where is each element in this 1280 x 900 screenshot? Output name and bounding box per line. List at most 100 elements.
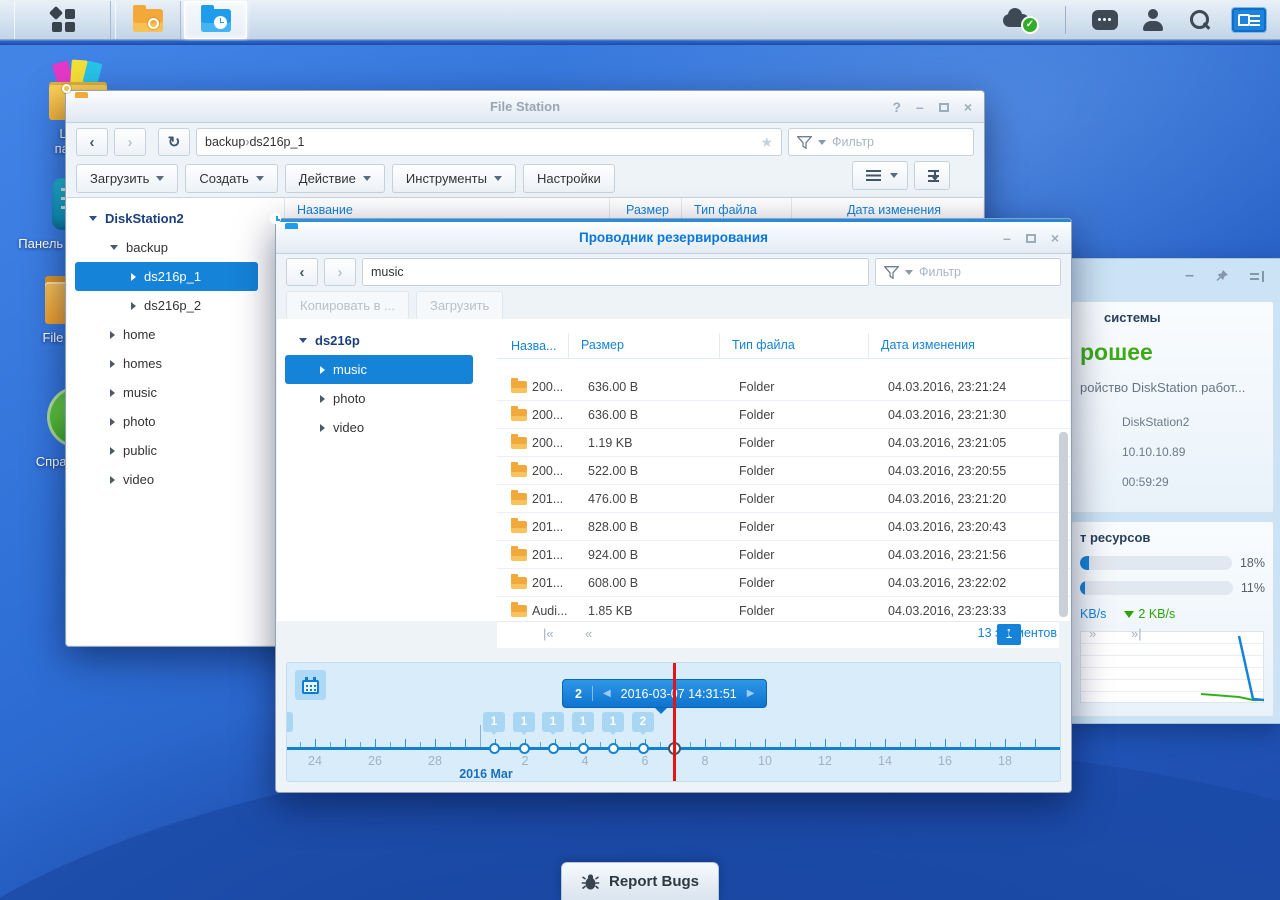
- toolbar-button[interactable]: Настройки: [522, 163, 615, 193]
- widget-minimize-button[interactable]: –: [1185, 267, 1194, 285]
- refresh-button[interactable]: ↻: [158, 128, 190, 156]
- collapse-panel-icon[interactable]: [1250, 270, 1264, 282]
- pin-icon[interactable]: [1215, 269, 1229, 283]
- minimize-button[interactable]: –: [916, 99, 924, 115]
- minimize-button[interactable]: –: [1003, 230, 1011, 246]
- tree-arrow-icon[interactable]: [320, 423, 325, 432]
- tree-arrow-icon[interactable]: [320, 394, 325, 403]
- tree-arrow-icon[interactable]: [89, 216, 97, 221]
- snapshot-dot-icon[interactable]: [547, 743, 559, 754]
- tree-arrow-icon[interactable]: [110, 475, 115, 484]
- next-page-icon[interactable]: »: [1089, 626, 1096, 641]
- table-row[interactable]: 201... 476.00 B Folder 04.03.2016, 23:21…: [497, 485, 1070, 513]
- column-header-type[interactable]: Тип файла: [719, 333, 868, 358]
- tree-arrow-icon[interactable]: [131, 272, 136, 281]
- maximize-button[interactable]: [1025, 233, 1036, 243]
- sort-button[interactable]: [914, 161, 950, 190]
- table-row[interactable]: 201... 828.00 B Folder 04.03.2016, 23:20…: [497, 513, 1070, 541]
- snapshot-dot-icon[interactable]: [488, 743, 500, 754]
- pilot-view-icon[interactable]: [1232, 8, 1266, 32]
- tooltip-next-icon[interactable]: ▶: [747, 688, 755, 699]
- tree-item[interactable]: music: [285, 355, 473, 384]
- column-header-name[interactable]: Название: [285, 203, 609, 217]
- tree-item[interactable]: homes: [75, 349, 258, 378]
- tree-item[interactable]: ds216p: [285, 326, 473, 355]
- tree-item[interactable]: ds216p_2: [75, 291, 258, 320]
- forward-button[interactable]: ›: [114, 128, 146, 156]
- help-button[interactable]: ?: [892, 99, 901, 115]
- table-row[interactable]: 201... 924.00 B Folder 04.03.2016, 23:21…: [497, 541, 1070, 569]
- view-mode-caret-button[interactable]: [881, 161, 908, 190]
- table-row[interactable]: 201... 608.00 B Folder 04.03.2016, 23:22…: [497, 569, 1070, 597]
- tree-item[interactable]: video: [75, 465, 258, 494]
- back-button[interactable]: ‹: [286, 258, 318, 286]
- toolbar-button[interactable]: Действие: [284, 163, 385, 193]
- calendar-button[interactable]: [295, 670, 326, 700]
- breadcrumb[interactable]: backup › ds216p_1 ★: [196, 128, 782, 156]
- table-row[interactable]: 200... 522.00 B Folder 04.03.2016, 23:20…: [497, 457, 1070, 485]
- tree-item[interactable]: music: [75, 378, 258, 407]
- close-button[interactable]: ×: [964, 99, 972, 115]
- report-bugs-button[interactable]: Report Bugs: [561, 862, 719, 900]
- tree-item[interactable]: backup: [75, 233, 258, 262]
- close-button[interactable]: ×: [1051, 230, 1059, 246]
- tree-item[interactable]: video: [285, 413, 473, 442]
- taskbar-file-station-button[interactable]: [115, 1, 181, 39]
- snapshot-dot-icon[interactable]: [518, 743, 530, 754]
- notifications-icon[interactable]: [1092, 10, 1118, 30]
- tree-arrow-icon[interactable]: [299, 338, 307, 343]
- tree-item[interactable]: DiskStation2: [75, 204, 258, 233]
- column-header-size[interactable]: Размер: [568, 333, 719, 358]
- tree-arrow-icon[interactable]: [131, 301, 136, 310]
- table-row[interactable]: Audi... 1.85 KB Folder 04.03.2016, 23:23…: [497, 597, 1070, 621]
- tree-arrow-icon[interactable]: [110, 330, 115, 339]
- tree-arrow-icon[interactable]: [110, 446, 115, 455]
- backup-explorer-titlebar[interactable]: Проводник резервирования – ×: [270, 213, 1071, 254]
- path-input[interactable]: [362, 258, 869, 286]
- toolbar-button[interactable]: Инструменты: [391, 163, 516, 193]
- column-header-name[interactable]: Назва...: [497, 339, 568, 353]
- snapshot-dot-icon[interactable]: [637, 743, 649, 754]
- breadcrumb-root[interactable]: backup: [205, 135, 245, 149]
- tree-arrow-icon[interactable]: [110, 245, 118, 250]
- filter-input[interactable]: Фильтр: [875, 258, 1061, 286]
- cloud-sync-icon[interactable]: [1003, 8, 1039, 34]
- column-header-date[interactable]: Дата изменения: [868, 333, 1046, 358]
- user-menu-icon[interactable]: [1142, 9, 1164, 31]
- tree-item[interactable]: ds216p_1: [75, 262, 258, 291]
- taskbar-backup-explorer-button[interactable]: [184, 1, 247, 39]
- maximize-button[interactable]: [938, 102, 949, 112]
- toolbar-button[interactable]: Создать: [185, 163, 278, 193]
- file-station-titlebar[interactable]: File Station ? – ×: [62, 84, 984, 123]
- snapshot-dot-icon[interactable]: [607, 743, 619, 754]
- main-menu-button[interactable]: [14, 1, 111, 39]
- last-page-icon[interactable]: »|: [1131, 626, 1142, 641]
- tree-arrow-icon[interactable]: [110, 417, 115, 426]
- filter-input[interactable]: Фильтр: [788, 128, 974, 156]
- timeline-cursor-line[interactable]: [673, 663, 676, 781]
- table-scrollbar[interactable]: [1059, 432, 1068, 617]
- table-row[interactable]: 200... 636.00 B Folder 04.03.2016, 23:21…: [497, 373, 1070, 401]
- backup-timeline[interactable]: 1 1 1 1 1 2 24 26 28 2 4 6 8 10 12 14 16…: [286, 662, 1061, 782]
- back-button[interactable]: ‹: [76, 128, 108, 156]
- tree-item-label: photo: [333, 391, 366, 406]
- action-button[interactable]: Копировать в ...: [286, 290, 409, 320]
- search-icon[interactable]: [1188, 9, 1210, 31]
- first-page-icon[interactable]: |«: [543, 626, 554, 641]
- tree-arrow-icon[interactable]: [320, 365, 325, 374]
- tree-arrow-icon[interactable]: [110, 388, 115, 397]
- tree-item[interactable]: home: [75, 320, 258, 349]
- table-row[interactable]: 200... 636.00 B Folder 04.03.2016, 23:21…: [497, 401, 1070, 429]
- action-button[interactable]: Загрузить: [415, 290, 504, 320]
- tree-arrow-icon[interactable]: [110, 359, 115, 368]
- prev-page-icon[interactable]: «: [585, 626, 592, 641]
- snapshot-dot-icon[interactable]: [577, 743, 589, 754]
- toolbar-button[interactable]: Загрузить: [76, 163, 179, 193]
- favorite-star-icon[interactable]: ★: [760, 134, 773, 151]
- tree-item[interactable]: photo: [285, 384, 473, 413]
- tree-item[interactable]: photo: [75, 407, 258, 436]
- tooltip-prev-icon[interactable]: ◀: [603, 688, 611, 699]
- tree-item[interactable]: public: [75, 436, 258, 465]
- forward-button[interactable]: ›: [324, 258, 356, 286]
- table-row[interactable]: 200... 1.19 KB Folder 04.03.2016, 23:21:…: [497, 429, 1070, 457]
